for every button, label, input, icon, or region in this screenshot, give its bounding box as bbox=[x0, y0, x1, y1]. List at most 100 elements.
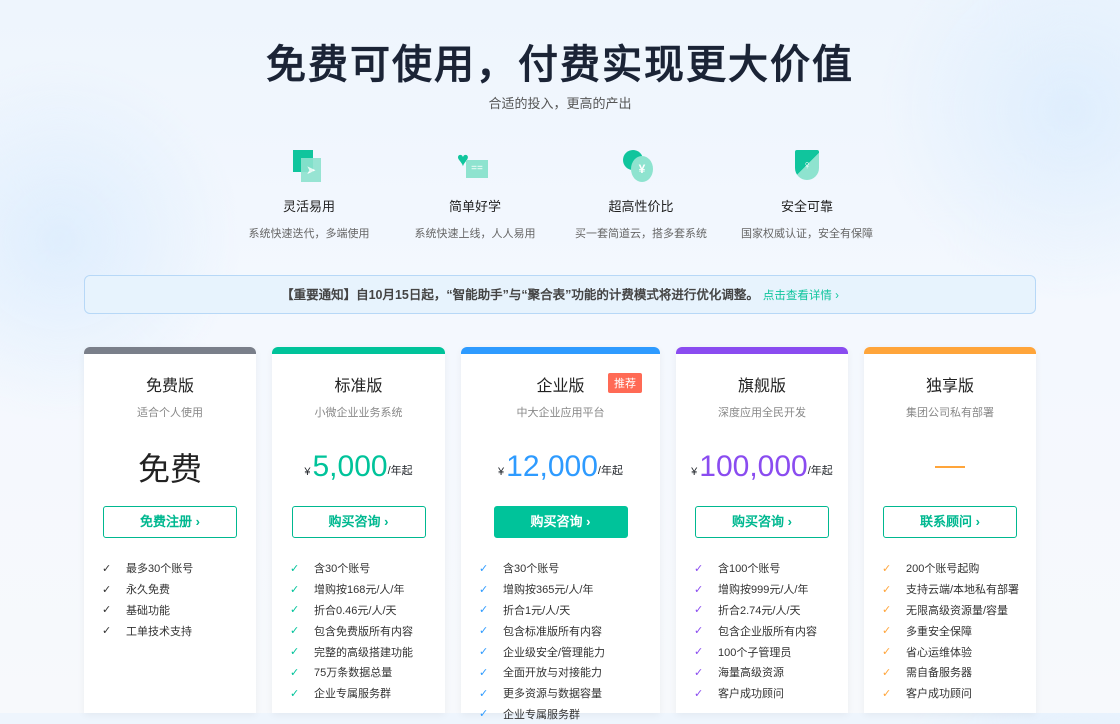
feature-text: 包含企业版所有内容 bbox=[718, 625, 817, 638]
feature-desc: 买一套简道云，搭多套系统 bbox=[575, 228, 707, 240]
feature-list-item: ✓ 客户成功顾问 bbox=[882, 683, 1036, 704]
feature-list-item: ✓ 增购按365元/人/年 bbox=[479, 579, 660, 600]
notice-text: 【重要通知】自10月15日起，“智能助手”与“聚合表”功能的计费模式将进行优化调… bbox=[281, 288, 759, 302]
check-icon: ✓ bbox=[694, 666, 704, 679]
feature-list-item: ✓ 全面开放与对接能力 bbox=[479, 662, 660, 683]
feature-text: 海量高级资源 bbox=[718, 667, 784, 680]
feature-list-item: ✓ 工单技术支持 bbox=[102, 620, 256, 641]
check-icon: ✓ bbox=[102, 562, 112, 575]
feature-text: 工单技术支持 bbox=[126, 625, 192, 638]
feature-desc: 系统快速迭代，多端使用 bbox=[248, 228, 370, 240]
plan-action-button[interactable]: 购买咨询 › bbox=[291, 506, 426, 538]
check-icon: ✓ bbox=[882, 646, 892, 659]
feature-list-item: ✓ 100个子管理员 bbox=[694, 641, 848, 662]
feature-text: 多重安全保障 bbox=[906, 625, 972, 638]
notice-banner: 【重要通知】自10月15日起，“智能助手”与“聚合表”功能的计费模式将进行优化调… bbox=[84, 275, 1036, 314]
feature-text: 包含免费版所有内容 bbox=[314, 625, 413, 638]
plan-card: 免费版 适合个人使用 免费 免费注册 › ✓ 最多30个账号 ✓ 永久免费 ✓ 基础功能 ✓… bbox=[84, 347, 256, 713]
plan-name: 免费版 bbox=[145, 378, 194, 395]
feature-item: ♥ == 简单好学 系统快速上线，人人易用 bbox=[392, 148, 558, 241]
feature-text: 增购按168元/人/年 bbox=[314, 584, 405, 597]
feature-text: 企业级安全/管理能力 bbox=[503, 646, 606, 659]
feature-list-item: ✓ 更多资源与数据容量 bbox=[479, 683, 660, 704]
plan-feature-list: ✓ 最多30个账号 ✓ 永久免费 ✓ 基础功能 ✓ 工单技术支持 bbox=[84, 558, 256, 641]
check-icon: ✓ bbox=[694, 604, 704, 617]
price-block: — bbox=[864, 438, 1036, 496]
feature-text: 更多资源与数据容量 bbox=[503, 688, 602, 701]
feature-list-item: ✓ 折合0.46元/人/天 bbox=[290, 600, 445, 621]
check-icon: ✓ bbox=[694, 625, 704, 638]
check-icon: ✓ bbox=[882, 562, 892, 575]
heart-list-icon: ♥ == bbox=[457, 148, 493, 184]
feature-desc: 国家权威认证，安全有保障 bbox=[741, 228, 873, 240]
price-block: ¥100,000/年起 bbox=[676, 438, 848, 496]
check-icon: ✓ bbox=[102, 604, 112, 617]
feature-text: 100个子管理员 bbox=[718, 646, 792, 659]
currency-symbol: ¥ bbox=[304, 466, 311, 478]
feature-list-item: ✓ 无限高级资源量/容量 bbox=[882, 600, 1036, 621]
feature-text: 增购按999元/人/年 bbox=[718, 584, 809, 597]
page-subtitle: 合适的投入，更高的产出 bbox=[488, 96, 632, 111]
feature-list-item: ✓ 支持云端/本地私有部署 bbox=[882, 579, 1036, 600]
currency-symbol: ¥ bbox=[498, 466, 505, 478]
recommended-badge: 推荐 bbox=[608, 373, 642, 393]
plan-action-button[interactable]: 购买咨询 › bbox=[695, 506, 829, 538]
feature-text: 最多30个账号 bbox=[126, 563, 194, 576]
plan-name: 独享版 bbox=[925, 378, 974, 395]
check-icon: ✓ bbox=[290, 583, 300, 596]
check-icon: ✓ bbox=[479, 687, 489, 700]
price-unit: /年起 bbox=[807, 465, 833, 477]
feature-text: 含100个账号 bbox=[718, 563, 781, 576]
feature-title: 灵活易用 bbox=[282, 199, 335, 214]
plan-card: 独享版 集团公司私有部署 — 联系顾问 › ✓ 200个账号起购 ✓ 支持云端/本地私… bbox=[864, 347, 1036, 713]
plan-card: 推荐 企业版 中大企业应用平台 ¥12,000/年起 购买咨询 › ✓ 含30个账… bbox=[461, 347, 660, 721]
price-block: ¥12,000/年起 bbox=[461, 438, 660, 496]
plan-action-button[interactable]: 购买咨询 › bbox=[493, 506, 628, 538]
plan-action-button[interactable]: 联系顾问 › bbox=[883, 506, 1017, 538]
feature-list-item: ✓ 增购按168元/人/年 bbox=[290, 579, 445, 600]
feature-list-item: ✓ 200个账号起购 bbox=[882, 558, 1036, 579]
plan-desc: 中大企业应用平台 bbox=[516, 407, 605, 419]
feature-text: 全面开放与对接能力 bbox=[503, 667, 602, 680]
feature-list-item: ✓ 基础功能 bbox=[102, 600, 256, 621]
feature-title: 简单好学 bbox=[448, 199, 501, 214]
price-block: ¥5,000/年起 bbox=[272, 438, 445, 496]
feature-list-item: ✓ 增购按999元/人/年 bbox=[694, 579, 848, 600]
check-icon: ✓ bbox=[694, 562, 704, 575]
feature-list-item: ✓ 企业专属服务群 bbox=[290, 683, 445, 704]
plan-card: 旗舰版 深度应用全民开发 ¥100,000/年起 购买咨询 › ✓ 含100个账号… bbox=[676, 347, 848, 713]
plan-action-button[interactable]: 免费注册 › bbox=[103, 506, 237, 538]
check-icon: ✓ bbox=[290, 562, 300, 575]
plan-price: 12,000 bbox=[506, 450, 598, 483]
feature-list-item: ✓ 海量高级资源 bbox=[694, 662, 848, 683]
feature-list-item: ✓ 多重安全保障 bbox=[882, 620, 1036, 641]
page-title: 免费可使用，付费实现更大价值 bbox=[266, 43, 854, 87]
feature-text: 客户成功顾问 bbox=[906, 688, 972, 701]
feature-text: 支持云端/本地私有部署 bbox=[906, 584, 1020, 597]
check-icon: ✓ bbox=[479, 666, 489, 679]
feature-text: 含30个账号 bbox=[503, 563, 560, 576]
plan-price: — bbox=[935, 466, 965, 468]
feature-list-item: ✓ 75万条数据总量 bbox=[290, 662, 445, 683]
feature-text: 折合0.46元/人/天 bbox=[314, 604, 397, 617]
check-icon: ✓ bbox=[882, 604, 892, 617]
feature-text: 折合1元/人/天 bbox=[503, 604, 571, 617]
feature-highlights: ➤ 灵活易用 系统快速迭代，多端使用 ♥ == 简单好学 系统快速上线，人人易用 … bbox=[226, 148, 890, 241]
feature-text: 无限高级资源量/容量 bbox=[906, 604, 1009, 617]
feature-item: ➤ 灵活易用 系统快速迭代，多端使用 bbox=[226, 148, 392, 241]
check-icon: ✓ bbox=[479, 562, 489, 575]
notice-details-link[interactable]: 点击查看详情 › bbox=[763, 290, 839, 302]
plan-feature-list: ✓ 200个账号起购 ✓ 支持云端/本地私有部署 ✓ 无限高级资源量/容量 ✓ 多重安全保障 ✓… bbox=[864, 558, 1036, 704]
feature-text: 永久免费 bbox=[126, 584, 170, 597]
check-icon: ✓ bbox=[479, 625, 489, 638]
plan-feature-list: ✓ 含30个账号 ✓ 增购按168元/人/年 ✓ 折合0.46元/人/天 ✓ 包含免费版所有内… bbox=[272, 558, 445, 704]
check-icon: ✓ bbox=[479, 604, 489, 617]
feature-text: 200个账号起购 bbox=[906, 563, 980, 576]
feature-list-item: ✓ 企业专属服务群 bbox=[479, 704, 660, 724]
check-icon: ✓ bbox=[882, 687, 892, 700]
feature-list-item: ✓ 含30个账号 bbox=[290, 558, 445, 579]
plan-price: 免费 bbox=[137, 451, 202, 487]
plan-feature-list: ✓ 含100个账号 ✓ 增购按999元/人/年 ✓ 折合2.74元/人/天 ✓ 包含企业版所有… bbox=[676, 558, 848, 704]
shield-key-icon: ♀ bbox=[789, 148, 825, 184]
plan-desc: 小微企业业务系统 bbox=[314, 407, 403, 419]
